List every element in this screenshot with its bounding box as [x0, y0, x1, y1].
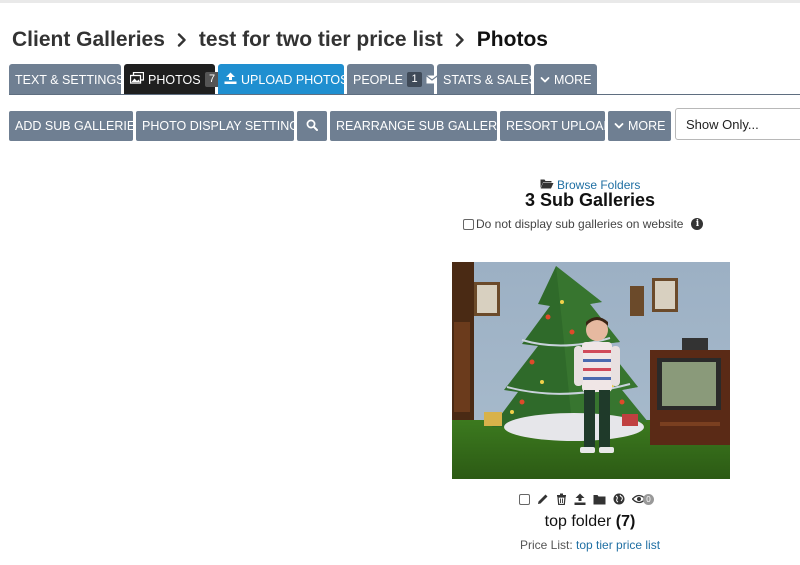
tab-stats-sales[interactable]: STATS & SALES: [437, 64, 537, 95]
resort-upload-button[interactable]: RESORT UPLOAD: [500, 111, 613, 141]
tab-text-settings[interactable]: TEXT & SETTINGS: [9, 64, 125, 95]
no-display-option: Do not display sub galleries on website …: [463, 217, 704, 231]
breadcrumb-client-galleries[interactable]: Client Galleries: [12, 28, 165, 52]
tabs-underline: [9, 94, 800, 95]
button-label: PHOTO DISPLAY SETTINGS: [142, 119, 308, 133]
upload-icon[interactable]: [574, 493, 586, 505]
breadcrumb: Client Galleries test for two tier price…: [12, 24, 548, 56]
tab-label: STATS & SALES: [443, 72, 538, 87]
button-label: MORE: [628, 119, 666, 133]
breadcrumb-gallery[interactable]: test for two tier price list: [199, 28, 443, 52]
folder-photo-count: (7): [615, 513, 636, 530]
rearrange-sub-galleries-button[interactable]: REARRANGE SUB GALLERIES: [330, 111, 517, 141]
page-title: Photos: [476, 28, 548, 51]
sub-galleries-title: 3 Sub Galleries: [524, 190, 656, 210]
filter-value: Show Only...: [686, 116, 759, 132]
search-icon: [306, 119, 318, 134]
folder-name: top folder: [544, 513, 612, 530]
tab-photos[interactable]: PHOTOS 7: [124, 64, 220, 95]
tab-label: PHOTOS: [148, 72, 201, 87]
sub-gallery-name[interactable]: top folder (7): [480, 513, 700, 531]
search-button[interactable]: [297, 111, 327, 141]
trash-icon[interactable]: [556, 493, 567, 505]
no-display-label: Do not display sub galleries on website: [476, 217, 684, 231]
tab-label: UPLOAD PHOTOS: [241, 72, 349, 87]
show-only-filter[interactable]: Show Only...: [675, 108, 800, 140]
tab-upload-photos[interactable]: UPLOAD PHOTOS: [218, 64, 348, 95]
info-icon[interactable]: i: [691, 218, 704, 230]
chevron-right-icon: [165, 33, 199, 47]
gallery-toolbar: ADD SUB GALLERIES PHOTO DISPLAY SETTINGS…: [9, 111, 671, 141]
photo-display-settings-button[interactable]: PHOTO DISPLAY SETTINGS: [136, 111, 307, 141]
tab-label: MORE: [554, 72, 592, 87]
upload-icon: [224, 72, 237, 87]
view-count-badge: 0: [643, 493, 654, 505]
price-list-info: Price List: top tier price list: [480, 538, 700, 552]
eye-icon[interactable]: 0: [632, 493, 654, 505]
globe-icon[interactable]: [613, 493, 625, 505]
chevron-down-icon: [540, 73, 550, 87]
price-list-link[interactable]: top tier price list: [576, 538, 660, 552]
toolbar-more-button[interactable]: MORE: [608, 111, 671, 141]
chevron-down-icon: [614, 119, 624, 133]
select-folder-checkbox[interactable]: [519, 493, 530, 505]
sub-gallery-photo[interactable]: [452, 262, 730, 479]
tab-more[interactable]: MORE: [534, 64, 597, 95]
price-list-label: Price List:: [519, 538, 573, 552]
photos-icon: [129, 71, 145, 87]
button-label: REARRANGE SUB GALLERIES: [336, 119, 518, 133]
top-border: [0, 0, 800, 3]
tab-label: PEOPLE: [353, 72, 404, 87]
folder-icon[interactable]: [593, 494, 606, 505]
chevron-right-icon: [443, 33, 477, 47]
tab-label: TEXT & SETTINGS: [15, 72, 125, 87]
add-sub-galleries-button[interactable]: ADD SUB GALLERIES: [9, 111, 144, 141]
folder-actions: 0: [519, 492, 654, 506]
button-label: RESORT UPLOAD: [506, 119, 613, 133]
gallery-tabs: TEXT & SETTINGS PHOTOS 7 UPLOAD PHOTOS P…: [9, 64, 597, 95]
no-display-checkbox[interactable]: [463, 218, 474, 230]
tab-people[interactable]: PEOPLE 1: [347, 64, 438, 95]
edit-icon[interactable]: [537, 493, 549, 505]
button-label: ADD SUB GALLERIES: [15, 119, 144, 133]
people-count-badge: 1: [407, 72, 423, 87]
